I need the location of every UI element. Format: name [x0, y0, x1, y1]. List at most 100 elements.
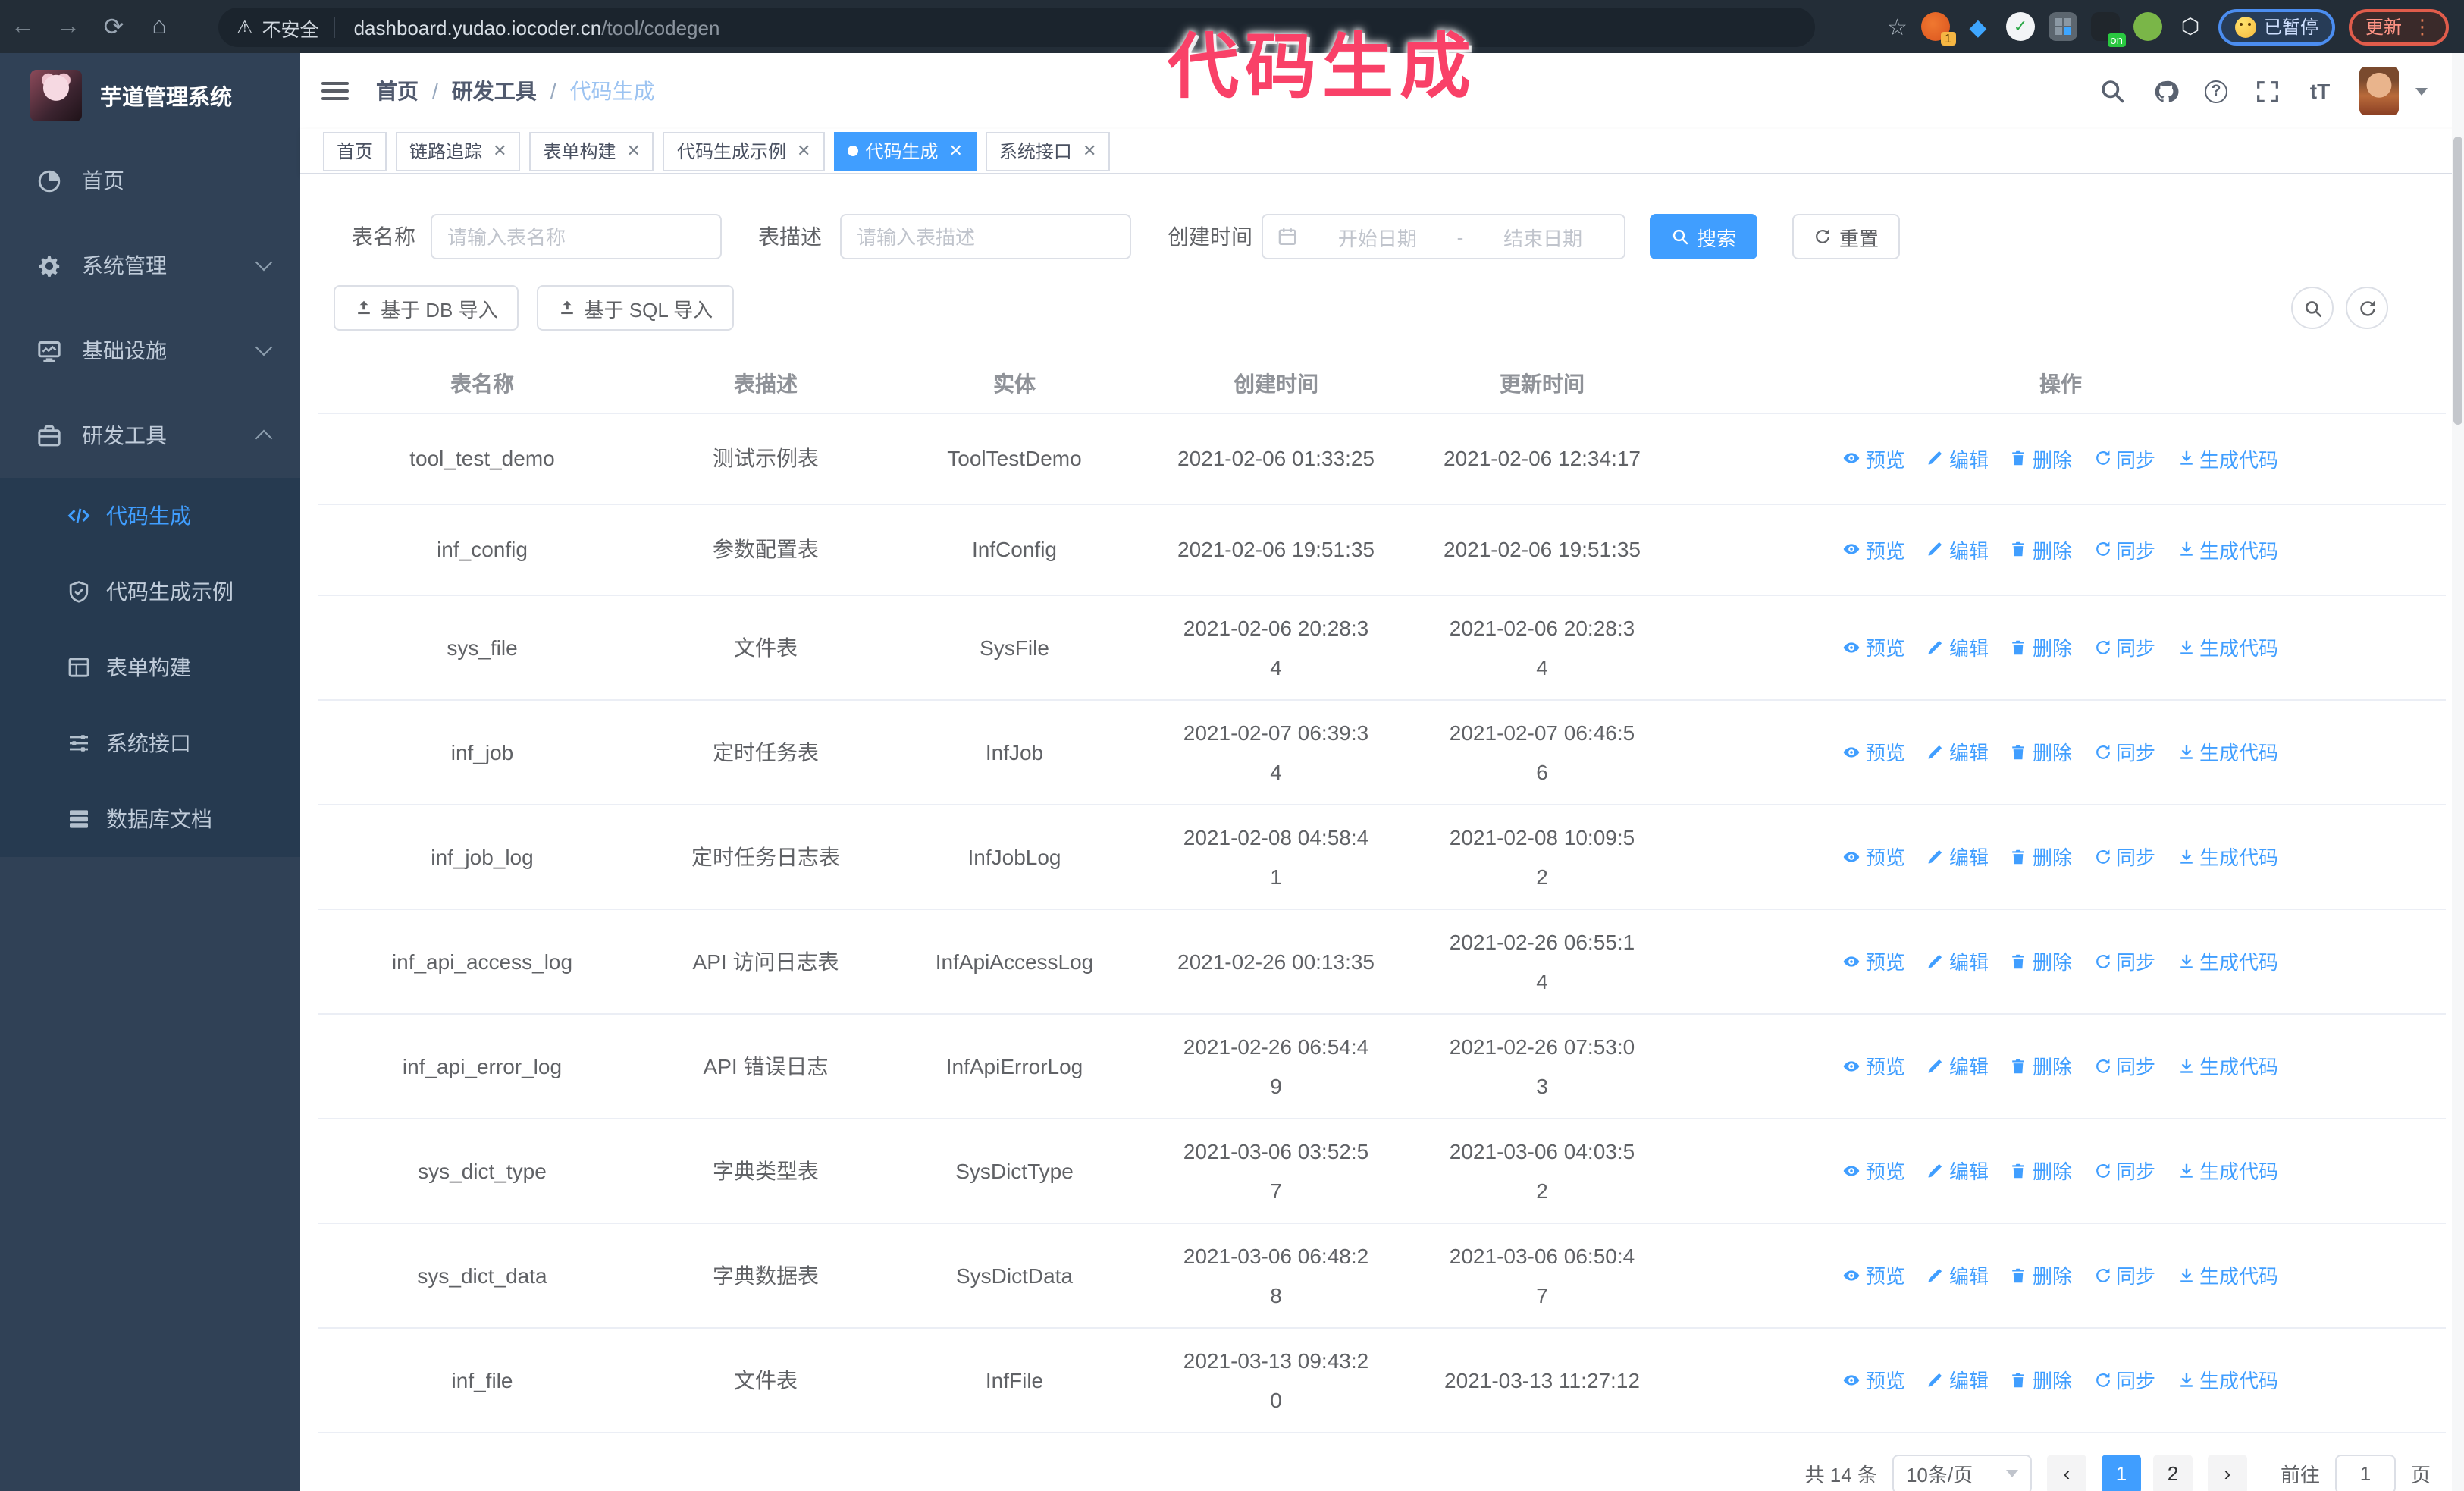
refresh-table-button[interactable]	[2346, 287, 2388, 329]
action-编辑[interactable]: 编辑	[1926, 632, 1989, 661]
action-生成代码[interactable]: 生成代码	[2177, 632, 2278, 661]
action-预览[interactable]: 预览	[1843, 1260, 1905, 1289]
action-生成代码[interactable]: 生成代码	[2177, 444, 2278, 472]
action-同步[interactable]: 同步	[2093, 632, 2155, 661]
tab-代码生成示例[interactable]: 代码生成示例 ✕	[663, 131, 825, 171]
app-logo-row[interactable]: 芋道管理系统	[0, 53, 300, 138]
action-同步[interactable]: 同步	[2093, 946, 2155, 975]
action-删除[interactable]: 删除	[2010, 444, 2072, 472]
action-同步[interactable]: 同步	[2093, 842, 2155, 871]
page-size-select[interactable]: 10条/页	[1892, 1454, 2032, 1491]
home-icon[interactable]: ⌂	[136, 13, 182, 40]
close-icon[interactable]: ✕	[948, 141, 962, 161]
tab-系统接口[interactable]: 系统接口 ✕	[985, 131, 1111, 171]
action-预览[interactable]: 预览	[1843, 737, 1905, 766]
action-生成代码[interactable]: 生成代码	[2177, 946, 2278, 975]
import-sql-button[interactable]: 基于 SQL 导入	[537, 285, 735, 331]
action-编辑[interactable]: 编辑	[1926, 1051, 1989, 1080]
breadcrumb-home[interactable]: 首页	[376, 76, 419, 106]
goto-page-input[interactable]	[2334, 1454, 2396, 1491]
next-page-button[interactable]: ›	[2207, 1454, 2247, 1491]
action-删除[interactable]: 删除	[2010, 842, 2072, 871]
github-icon[interactable]	[2152, 77, 2179, 105]
breadcrumb-devtools[interactable]: 研发工具	[452, 76, 537, 106]
action-生成代码[interactable]: 生成代码	[2177, 535, 2278, 563]
action-删除[interactable]: 删除	[2010, 737, 2072, 766]
table-name-input[interactable]	[431, 214, 722, 259]
extension-orange-icon[interactable]: 1	[1920, 12, 1956, 46]
back-icon[interactable]: ←	[0, 13, 45, 40]
action-编辑[interactable]: 编辑	[1926, 1260, 1989, 1289]
profile-paused-pill[interactable]: 已暂停	[2218, 8, 2335, 45]
sidebar-item-系统管理[interactable]: 系统管理	[0, 223, 300, 308]
action-删除[interactable]: 删除	[2010, 1260, 2072, 1289]
extensions-puzzle-icon[interactable]: ⬡	[2176, 12, 2205, 41]
action-同步[interactable]: 同步	[2093, 1365, 2155, 1394]
sidebar-subitem-代码生成[interactable]: 代码生成	[0, 478, 300, 554]
reset-button[interactable]: 重置	[1792, 214, 1901, 259]
action-删除[interactable]: 删除	[2010, 1156, 2072, 1185]
date-range-picker[interactable]: 开始日期 - 结束日期	[1262, 214, 1625, 259]
page-button-2[interactable]: 2	[2152, 1454, 2193, 1491]
action-编辑[interactable]: 编辑	[1926, 1365, 1989, 1394]
search-icon[interactable]	[2099, 77, 2126, 105]
action-生成代码[interactable]: 生成代码	[2177, 842, 2278, 871]
action-预览[interactable]: 预览	[1843, 946, 1905, 975]
page-scrollbar[interactable]	[2452, 53, 2464, 1491]
action-同步[interactable]: 同步	[2093, 1260, 2155, 1289]
action-预览[interactable]: 预览	[1843, 444, 1905, 472]
extension-on-icon[interactable]: on	[2090, 12, 2126, 47]
close-icon[interactable]: ✕	[493, 141, 506, 161]
tab-表单构建[interactable]: 表单构建 ✕	[529, 131, 654, 171]
action-编辑[interactable]: 编辑	[1926, 737, 1989, 766]
table-desc-input[interactable]	[840, 214, 1131, 259]
tab-链路追踪[interactable]: 链路追踪 ✕	[396, 131, 521, 171]
sidebar-subitem-数据库文档[interactable]: 数据库文档	[0, 781, 300, 857]
bookmark-star-icon[interactable]: ☆	[1887, 13, 1908, 40]
sidebar-item-首页[interactable]: 首页	[0, 138, 300, 223]
action-预览[interactable]: 预览	[1843, 535, 1905, 563]
extension-green-icon[interactable]	[2133, 12, 2162, 41]
sidebar-subitem-表单构建[interactable]: 表单构建	[0, 629, 300, 705]
avatar[interactable]	[2359, 67, 2399, 115]
extension-gem-icon[interactable]: ◆	[1964, 12, 1992, 41]
toggle-search-button[interactable]	[2291, 287, 2334, 329]
sidebar-item-研发工具[interactable]: 研发工具	[0, 393, 300, 478]
action-编辑[interactable]: 编辑	[1926, 535, 1989, 563]
close-icon[interactable]: ✕	[797, 141, 810, 161]
fullscreen-icon[interactable]	[2253, 77, 2281, 105]
action-同步[interactable]: 同步	[2093, 1156, 2155, 1185]
update-button[interactable]: 更新 ⋮	[2348, 8, 2449, 45]
sidebar-subitem-系统接口[interactable]: 系统接口	[0, 705, 300, 781]
action-编辑[interactable]: 编辑	[1926, 946, 1989, 975]
font-size-icon[interactable]: tT	[2306, 77, 2334, 105]
action-预览[interactable]: 预览	[1843, 632, 1905, 661]
action-同步[interactable]: 同步	[2093, 444, 2155, 472]
chevron-down-icon[interactable]	[2415, 87, 2428, 95]
action-删除[interactable]: 删除	[2010, 535, 2072, 563]
sidebar-subitem-代码生成示例[interactable]: 代码生成示例	[0, 554, 300, 629]
extension-check-icon[interactable]: ✓	[2005, 12, 2035, 41]
browser-menu-icon[interactable]: ⋮	[2412, 14, 2432, 39]
tab-代码生成[interactable]: 代码生成 ✕	[833, 131, 977, 171]
scrollbar-thumb[interactable]	[2453, 137, 2462, 425]
extension-grid-icon[interactable]	[2048, 12, 2077, 41]
action-编辑[interactable]: 编辑	[1926, 842, 1989, 871]
address-bar[interactable]: ⚠ 不安全 dashboard.yudao.iocoder.cn/tool/co…	[218, 8, 1815, 47]
action-删除[interactable]: 删除	[2010, 946, 2072, 975]
action-预览[interactable]: 预览	[1843, 1156, 1905, 1185]
action-同步[interactable]: 同步	[2093, 535, 2155, 563]
action-同步[interactable]: 同步	[2093, 737, 2155, 766]
help-icon[interactable]: ?	[2205, 80, 2227, 102]
action-生成代码[interactable]: 生成代码	[2177, 1260, 2278, 1289]
reload-icon[interactable]: ⟳	[91, 11, 136, 42]
action-删除[interactable]: 删除	[2010, 1051, 2072, 1080]
prev-page-button[interactable]: ‹	[2046, 1454, 2086, 1491]
tab-首页[interactable]: 首页	[323, 131, 387, 171]
action-同步[interactable]: 同步	[2093, 1051, 2155, 1080]
forward-icon[interactable]: →	[45, 13, 91, 40]
action-生成代码[interactable]: 生成代码	[2177, 737, 2278, 766]
action-预览[interactable]: 预览	[1843, 842, 1905, 871]
action-编辑[interactable]: 编辑	[1926, 1156, 1989, 1185]
search-button[interactable]: 搜索	[1650, 214, 1758, 259]
